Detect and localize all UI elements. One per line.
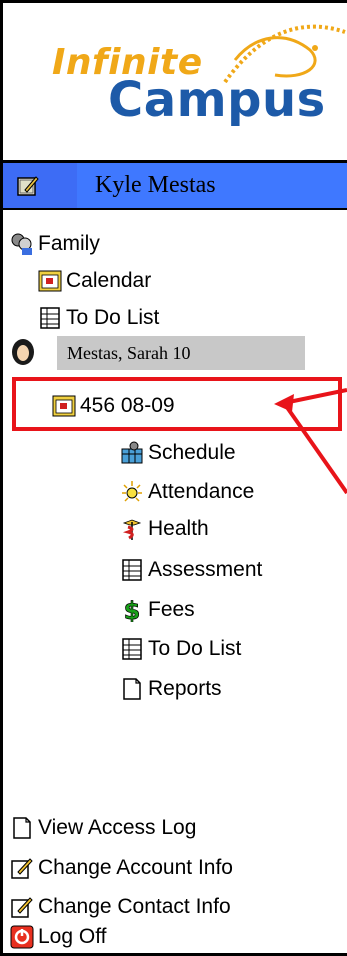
logo-text-campus: Campus	[108, 72, 326, 128]
edit-profile-icon[interactable]	[17, 175, 39, 197]
infinite-campus-logo: Infinite Campus	[10, 20, 347, 135]
view-access-log-link[interactable]: View Access Log	[10, 812, 196, 844]
dollar-icon: $	[123, 598, 141, 622]
nav-attendance[interactable]: Attendance	[120, 476, 254, 508]
calendar-icon	[38, 270, 62, 292]
svg-text:$: $	[124, 598, 141, 622]
user-header-bar: Kyle Mestas	[3, 160, 347, 210]
nav-fees[interactable]: $ Fees	[120, 594, 194, 626]
nav-family[interactable]: Family	[10, 228, 100, 260]
family-icon	[11, 233, 32, 255]
nav-schedule[interactable]: Schedule	[120, 437, 236, 469]
change-account-info-link[interactable]: Change Account Info	[10, 852, 233, 884]
student-banner[interactable]: Mestas, Sarah 10	[57, 336, 305, 370]
document-icon	[123, 678, 141, 700]
calendar-icon	[52, 395, 76, 417]
student-avatar-icon	[12, 339, 34, 365]
nav-calendar[interactable]: Calendar	[38, 265, 151, 297]
log-off-link[interactable]: Log Off	[10, 921, 107, 953]
todo-list-icon	[122, 638, 142, 660]
nav-school-year[interactable]: 456 08-09	[52, 390, 175, 422]
edit-icon	[11, 858, 33, 879]
nav-health[interactable]: Health	[120, 513, 209, 545]
user-name[interactable]: Kyle Mestas	[95, 172, 216, 199]
schedule-icon	[121, 441, 143, 464]
nav-todo-student[interactable]: To Do List	[120, 633, 241, 665]
red-arrow-annotation	[274, 388, 347, 495]
power-icon	[10, 925, 34, 949]
edit-icon	[11, 897, 33, 918]
attendance-icon	[122, 481, 142, 502]
nav-assessment[interactable]: Assessment	[120, 554, 262, 586]
assessment-icon	[122, 559, 142, 581]
todo-list-icon	[40, 307, 60, 329]
health-icon	[122, 519, 142, 540]
nav-reports[interactable]: Reports	[120, 673, 222, 705]
document-icon	[13, 817, 31, 839]
nav-todo-family[interactable]: To Do List	[38, 302, 159, 334]
change-contact-info-link[interactable]: Change Contact Info	[10, 891, 231, 923]
